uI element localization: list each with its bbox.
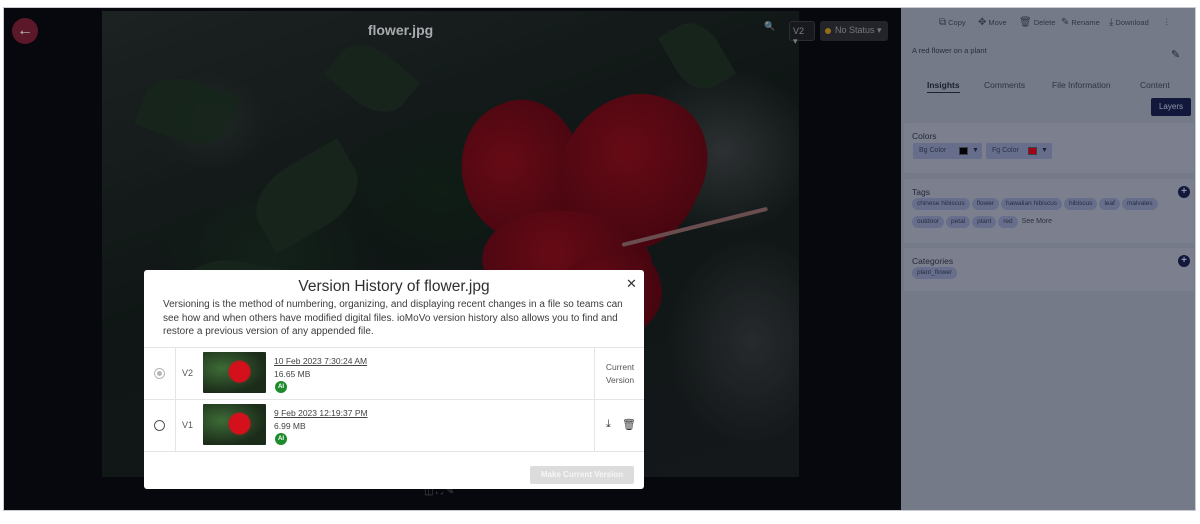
modal-title: Version History of flower.jpg <box>298 278 490 295</box>
version-size: 16.65 MB <box>274 369 311 379</box>
make-current-version-button[interactable]: Make Current Version <box>530 466 634 484</box>
app-window: ← flower.jpg 🔍 V2 ▾ No Status ▾ ◫ ⛶ ✎ ⧉ C… <box>3 7 1196 511</box>
close-icon[interactable]: ✕ <box>626 276 637 292</box>
versions-table: V2 10 Feb 2023 7:30:24 AM 16.65 MB AI Cu… <box>144 347 644 452</box>
version-date[interactable]: 10 Feb 2023 7:30:24 AM <box>274 356 367 366</box>
ai-badge: AI <box>275 381 287 393</box>
version-thumbnail <box>203 404 266 445</box>
ai-badge: AI <box>275 433 287 445</box>
version-radio[interactable] <box>154 420 165 431</box>
version-row: V2 10 Feb 2023 7:30:24 AM 16.65 MB AI Cu… <box>144 348 644 400</box>
version-label: V1 <box>182 420 194 430</box>
current-version-label: Current Version <box>605 362 635 385</box>
version-size: 6.99 MB <box>274 421 306 431</box>
modal-description: Versioning is the method of numbering, o… <box>163 299 623 337</box>
version-row: V1 9 Feb 2023 12:19:37 PM 6.99 MB AI ⤓ 🗑 <box>144 400 644 452</box>
version-history-modal: Version History of flower.jpg ✕ Versioni… <box>144 270 644 489</box>
version-radio[interactable] <box>154 368 165 379</box>
version-label: V2 <box>182 368 194 378</box>
trash-icon[interactable]: 🗑 <box>622 418 636 431</box>
version-date[interactable]: 9 Feb 2023 12:19:37 PM <box>274 408 368 418</box>
download-icon[interactable]: ⤓ <box>606 418 611 431</box>
version-thumbnail <box>203 352 266 393</box>
